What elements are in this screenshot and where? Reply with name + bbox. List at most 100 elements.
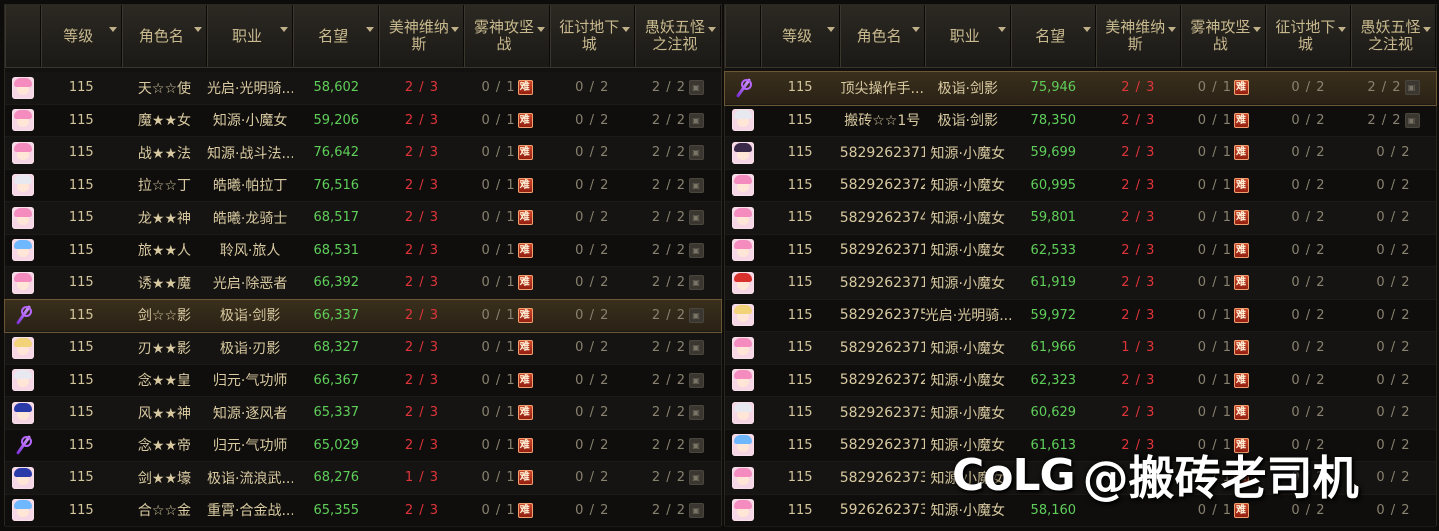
header-fog[interactable]: 雾神攻坚战 [464,5,550,67]
header-gaze[interactable]: 愚妖五怪之注视 [634,5,721,67]
venus-raid-cell: 2 / 3 [1096,80,1181,95]
header-label: 名望 [1035,26,1066,45]
fame-cell-text: 68,517 [313,210,360,226]
table-header: 等级 角色名 职业 名望 美神维纳斯 雾神攻坚战 征讨地下城 愚妖五怪之注视 [725,5,1436,68]
gaze-cell: 2 / 2 ▣ [635,177,721,193]
table-row[interactable]: 115 诱★★魔 光启·除恶者 66,392 2 / 3 0 / 1难 0 / 2 2 / 2… [5,267,721,300]
header-level[interactable]: 等级 [40,5,122,67]
table-row[interactable]: 115 魔★★女 知源·小魔女 59,206 2 / 3 0 / 1难 0 / 2 2 / 2… [5,104,721,137]
dungeon-cell: 0 / 2 [1266,243,1351,258]
table-row[interactable]: 115 59262623736 知源·小魔女 58,160 0 / 1难 0 / 2 0 /… [725,494,1436,527]
fog-raid-cell-text: 0 / 1 [481,307,516,323]
table-row[interactable]: 11558292623715知源·小魔女61,6132 / 30 / 1难0 /… [725,429,1436,462]
dungeon-cell: 0 / 2 [1266,275,1351,290]
table-row[interactable]: 11558292623716知源·小魔女61,9192 / 30 / 1难0 /… [725,267,1436,300]
header-level[interactable]: 等级 [760,5,840,67]
table-row[interactable]: 115 旅★★人 聆风·旅人 68,531 2 / 3 0 / 1难 0 / 2 2 / 2 ▣ [5,234,721,267]
chevron-down-icon[interactable] [280,27,289,32]
dungeon-cell-text: 0 / 2 [1291,470,1326,486]
job-cell-text: 极诣·剑影 [937,113,998,130]
table-row[interactable]: 115 天☆☆使 光启·光明骑... 58,602 2 / 3 0 / 1难 0 / 2 2 … [5,72,721,105]
table-row[interactable]: 115 5829262374 知源·小魔女 59,801 2 / 30 / 1难0 / … [725,202,1436,235]
chevron-down-icon[interactable] [1337,27,1346,32]
gaze-cell-text: 2 / 2 [651,307,687,323]
level-cell: 115 [761,243,840,258]
dungeon-cell-text: 0 / 2 [575,405,610,421]
level-cell: 115 [41,373,122,388]
header-dungeon[interactable]: 征讨地下城 [1265,5,1351,67]
header-gaze[interactable]: 愚妖五怪之注视 [1350,5,1436,67]
table-row[interactable]: 115 念★★皇 归元·气功师 66,367 2 / 3 0 / 1难 0 / 2 2 / 2… [5,364,721,397]
header-fame[interactable]: 名望 [293,5,380,67]
chevron-down-icon[interactable] [108,27,117,32]
lock-icon: ▣ [689,372,705,388]
header-job[interactable]: 职业 [206,5,294,67]
table-row[interactable]: 115 刃★★影 极诣·刃影 68,327 2 / 3 0 / 1难 0 / 2 2 / 2 ▣ [5,332,721,365]
chevron-down-icon[interactable] [997,27,1006,32]
dungeon-cell-text: 0 / 2 [1291,210,1326,226]
header-job[interactable]: 职业 [924,5,1011,67]
venus-raid-cell: 2 / 3 [1096,145,1181,160]
fame-cell: 58,160 [1011,503,1096,518]
table-row[interactable]: 115 58292623733 知源·小魔女 0 / 1难 0 / 2 0 / 2 [725,462,1436,495]
table-row[interactable]: 115 剑★★壕 极诣·流浪武... 68,276 1 / 3 0 / 1难 0 / 2 2 … [5,462,721,495]
venus-raid-cell: 2 / 3 [379,438,464,453]
chevron-down-icon[interactable] [826,27,835,32]
chevron-down-icon[interactable] [707,27,716,32]
fog-raid-cell: 0 / 1难 [1181,80,1266,96]
table-row[interactable]: 115 风★★神 知源·逐风者 65,337 2 / 3 0 / 1难 0 / 2 2 / 2… [5,397,721,430]
avatar [731,434,754,457]
chevron-down-icon[interactable] [1167,27,1176,32]
table-row[interactable]: 115 战★★法 知源·战斗法... 76,642 2 / 3 0 / 1难 0 / 2 2 … [5,137,721,170]
fog-raid-cell-text: 0 / 1 [481,177,516,193]
avatar [11,369,34,392]
header-venus[interactable]: 美神维纳斯 [1095,5,1181,67]
header-name[interactable]: 角色名 [121,5,207,67]
chevron-down-icon[interactable] [366,27,375,32]
table-row[interactable]: 115 5829262372 知源·小魔女 60,995 2 / 30 / 1难0 / … [725,169,1436,202]
header-fog[interactable]: 雾神攻坚战 [1180,5,1266,67]
dungeon-cell-text: 0 / 2 [1291,242,1326,258]
fog-raid-cell: 0 / 1难 [1181,372,1266,388]
level-cell: 115 [761,275,840,290]
header-dungeon[interactable]: 征讨地下城 [549,5,635,67]
table-row[interactable]: 115 5829262371 知源·小魔女 59,699 2 / 30 / 1难0 / … [725,137,1436,170]
hard-mode-icon: 难 [1233,307,1249,323]
chevron-down-icon[interactable] [193,27,202,32]
table-row[interactable]: 115 顶尖操作手... 极诣·剑影 75,946 2 / 3 0 / 1难 0 / 2 2 … [724,71,1437,106]
table-row[interactable]: 115 合☆☆金 重霄·合金战... 65,355 2 / 3 0 / 1难 0 / 2 2 … [5,494,721,527]
chevron-down-icon[interactable] [911,27,920,32]
name-cell: 天☆☆使 [122,78,207,98]
avatar-cell [725,174,761,197]
avatar-cell [5,434,41,456]
fame-cell: 68,517 [293,210,379,225]
table-row[interactable]: 115 搬砖☆☆1号 极诣·剑影 78,350 2 / 3 0 / 1难 0 / 2 2 / … [725,104,1436,137]
dungeon-cell: 0 / 2 [550,503,635,518]
table-row[interactable]: 11558292623720知源·小魔女62,3232 / 30 / 1难0 /… [725,364,1436,397]
header-venus[interactable]: 美神维纳斯 [379,5,465,67]
table-row[interactable]: 115 5829262373 知源·小魔女 60,629 2 / 30 / 1难0 / … [725,397,1436,430]
chevron-down-icon[interactable] [621,27,630,32]
chevron-down-icon[interactable] [1252,27,1261,32]
avatar-cell [5,239,41,262]
name-cell: 刃★★影 [122,338,207,358]
name-cell-text: 念★★帝 [137,438,191,455]
chevron-down-icon[interactable] [1082,27,1091,32]
table-row[interactable]: 115 拉☆☆丁 皓曦·帕拉丁 76,516 2 / 3 0 / 1难 0 / 2 2 / 2… [5,169,721,202]
chevron-down-icon[interactable] [451,27,460,32]
table-row[interactable]: 115 念★★帝 归元·气功师 65,029 2 / 3 0 / 1难 0 / 2 2 / 2… [5,429,721,462]
name-cell-text: 5829262373 [839,404,925,421]
table-row[interactable]: 115 龙★★神 皓曦·龙骑士 68,517 2 / 3 0 / 1难 0 / 2 2 / 2… [5,202,721,235]
level-cell: 115 [761,503,840,518]
venus-raid-cell: 2 / 3 [1096,438,1181,453]
table-row[interactable]: 11558292623714知源·小魔女62,5332 / 30 / 1难0 /… [725,234,1436,267]
table-row[interactable]: 115 剑☆☆影 极诣·剑影 66,337 2 / 3 0 / 1难 0 / 2 2 / 2 ▣ [4,298,722,333]
job-cell: 知源·小魔女 [925,208,1011,228]
chevron-down-icon[interactable] [536,27,545,32]
header-fame[interactable]: 名望 [1010,5,1096,67]
header-name[interactable]: 角色名 [839,5,925,67]
chevron-down-icon[interactable] [1422,27,1431,32]
table-row[interactable]: 115 5829262375 光启·光明骑... 59,972 2 / 30 / 1难0… [725,299,1436,332]
table-row[interactable]: 11558292623719知源·小魔女61,9661 / 30 / 1难0 /… [725,332,1436,365]
avatar-cell [5,76,41,99]
